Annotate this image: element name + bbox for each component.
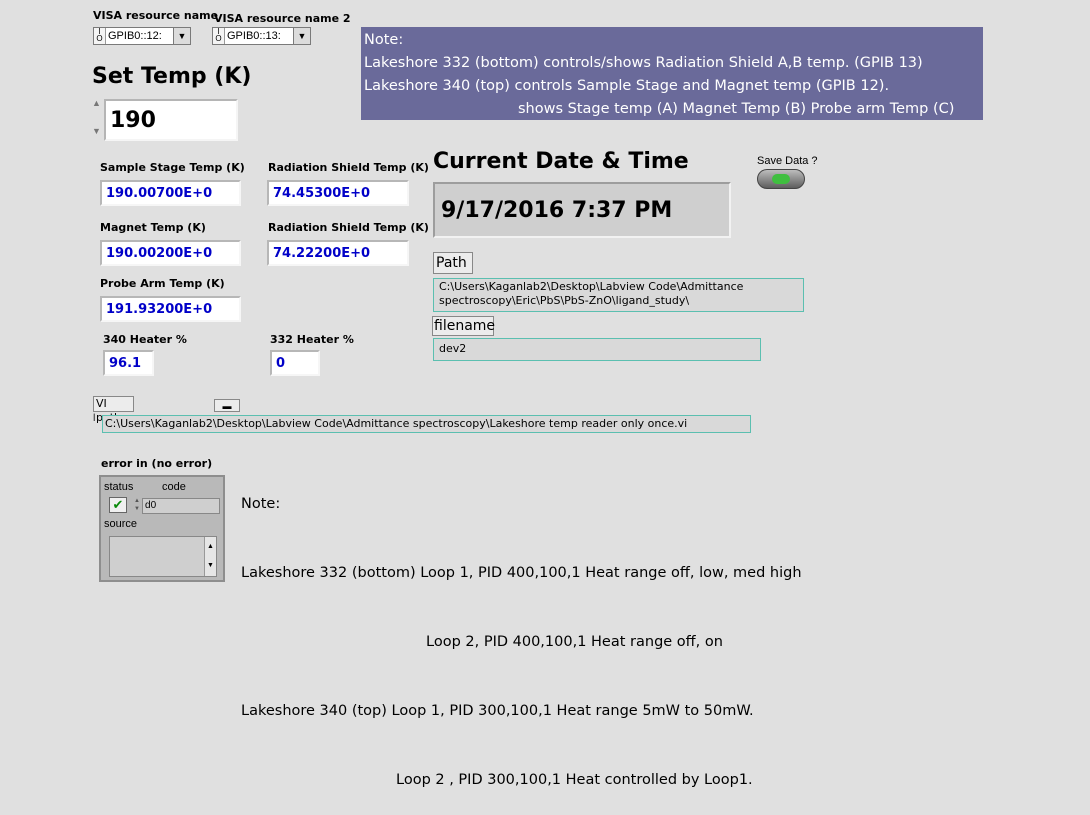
- heater-332-indicator: 0: [270, 350, 320, 376]
- code-stepper[interactable]: ▲ ▼: [134, 497, 141, 513]
- visa2-value: GPIB0::13:: [227, 30, 281, 42]
- note-top-title: Note:: [364, 32, 404, 48]
- visa1-value: GPIB0::12:: [108, 30, 162, 42]
- vi-path-label: VI path: [93, 396, 134, 424]
- path-type-icon: ꟾ: [93, 414, 96, 423]
- note-top-line1: Lakeshore 332 (bottom) controls/shows Ra…: [364, 55, 923, 71]
- error-code-label: code: [162, 481, 186, 493]
- note-bottom-line3: Lakeshore 340 (top) Loop 1, PID 300,100,…: [241, 703, 754, 719]
- datetime-indicator: 9/17/2016 7:37 PM: [433, 182, 731, 238]
- error-in-cluster: status code ✔ ▲ ▼ d0 source ▲ ▼: [99, 475, 225, 582]
- rad-shield-a-label: Radiation Shield Temp (K): [268, 161, 429, 174]
- visa1-select[interactable]: IO GPIB0::12: ▼: [93, 27, 191, 45]
- error-in-label: error in (no error): [101, 457, 213, 470]
- heater-340-label: 340 Heater %: [103, 333, 187, 346]
- path-value-line2: spectroscopy\Eric\PbS\PbS-ZnO\ligand_stu…: [439, 294, 690, 307]
- visa2-select[interactable]: IO GPIB0::13: ▼: [212, 27, 311, 45]
- set-temp-label: Set Temp (K): [92, 64, 252, 89]
- rad-shield-b-label: Radiation Shield Temp (K): [268, 221, 429, 234]
- chevron-down-icon[interactable]: ▼: [293, 28, 310, 44]
- browse-folder-icon[interactable]: ▬: [214, 399, 240, 412]
- note-bottom-line2: Loop 2, PID 400,100,1 Heat range off, on: [426, 634, 723, 650]
- note-top: Note: Lakeshore 332 (bottom) controls/sh…: [361, 27, 983, 120]
- note-bottom: Note: Lakeshore 332 (bottom) Loop 1, PID…: [241, 447, 802, 815]
- error-source-field[interactable]: ▲ ▼: [109, 536, 217, 577]
- path-value-line1: C:\Users\Kaganlab2\Desktop\Labview Code\…: [439, 280, 744, 293]
- note-top-line3: shows Stage temp (A) Magnet Temp (B) Pro…: [518, 101, 955, 117]
- increment-arrow-icon[interactable]: ▲: [92, 97, 104, 109]
- filename-label: filename: [432, 316, 496, 336]
- note-bottom-title: Note:: [241, 496, 281, 512]
- sample-stage-label: Sample Stage Temp (K): [100, 161, 245, 174]
- source-scrollbar[interactable]: ▲ ▼: [204, 537, 216, 576]
- save-data-toggle[interactable]: [757, 169, 805, 189]
- path-field[interactable]: C:\Users\Kaganlab2\Desktop\Labview Code\…: [433, 278, 804, 312]
- note-bottom-line4: Loop 2 , PID 300,100,1 Heat controlled b…: [396, 772, 753, 788]
- error-code-field[interactable]: d0: [142, 498, 220, 514]
- filename-field[interactable]: dev2: [433, 338, 761, 361]
- decrement-arrow-icon[interactable]: ▼: [92, 125, 104, 137]
- io-icon: IO: [213, 28, 225, 44]
- set-temp-input[interactable]: 190: [104, 99, 238, 141]
- probe-arm-indicator: 191.93200E+0: [100, 296, 241, 322]
- sample-stage-indicator: 190.00700E+0: [100, 180, 241, 206]
- note-bottom-line1: Lakeshore 332 (bottom) Loop 1, PID 400,1…: [241, 565, 802, 581]
- chevron-down-icon[interactable]: ▼: [173, 28, 190, 44]
- error-code-value: 0: [150, 500, 157, 511]
- led-indicator: [772, 174, 790, 184]
- set-temp-stepper[interactable]: ▲ ▼: [92, 97, 104, 143]
- heater-340-indicator: 96.1: [103, 350, 154, 376]
- visa1-label: VISA resource name: [93, 9, 219, 22]
- visa2-label: VISA resource name 2: [214, 12, 351, 25]
- status-checkbox[interactable]: ✔: [109, 497, 127, 513]
- path-label: Path: [433, 252, 473, 274]
- magnet-label: Magnet Temp (K): [100, 221, 206, 234]
- save-data-label: Save Data ?: [757, 155, 818, 167]
- io-icon: IO: [94, 28, 106, 44]
- rad-shield-a-indicator: 74.45300E+0: [267, 180, 409, 206]
- error-source-label: source: [104, 518, 138, 530]
- probe-arm-label: Probe Arm Temp (K): [100, 277, 225, 290]
- vi-path-field[interactable]: C:\Users\Kaganlab2\Desktop\Labview Code\…: [102, 415, 751, 433]
- heater-332-label: 332 Heater %: [270, 333, 354, 346]
- datetime-label: Current Date & Time: [433, 149, 689, 174]
- error-status-label: status: [104, 481, 134, 493]
- magnet-indicator: 190.00200E+0: [100, 240, 241, 266]
- note-top-line2: Lakeshore 340 (top) controls Sample Stag…: [364, 78, 890, 94]
- rad-shield-b-indicator: 74.22200E+0: [267, 240, 409, 266]
